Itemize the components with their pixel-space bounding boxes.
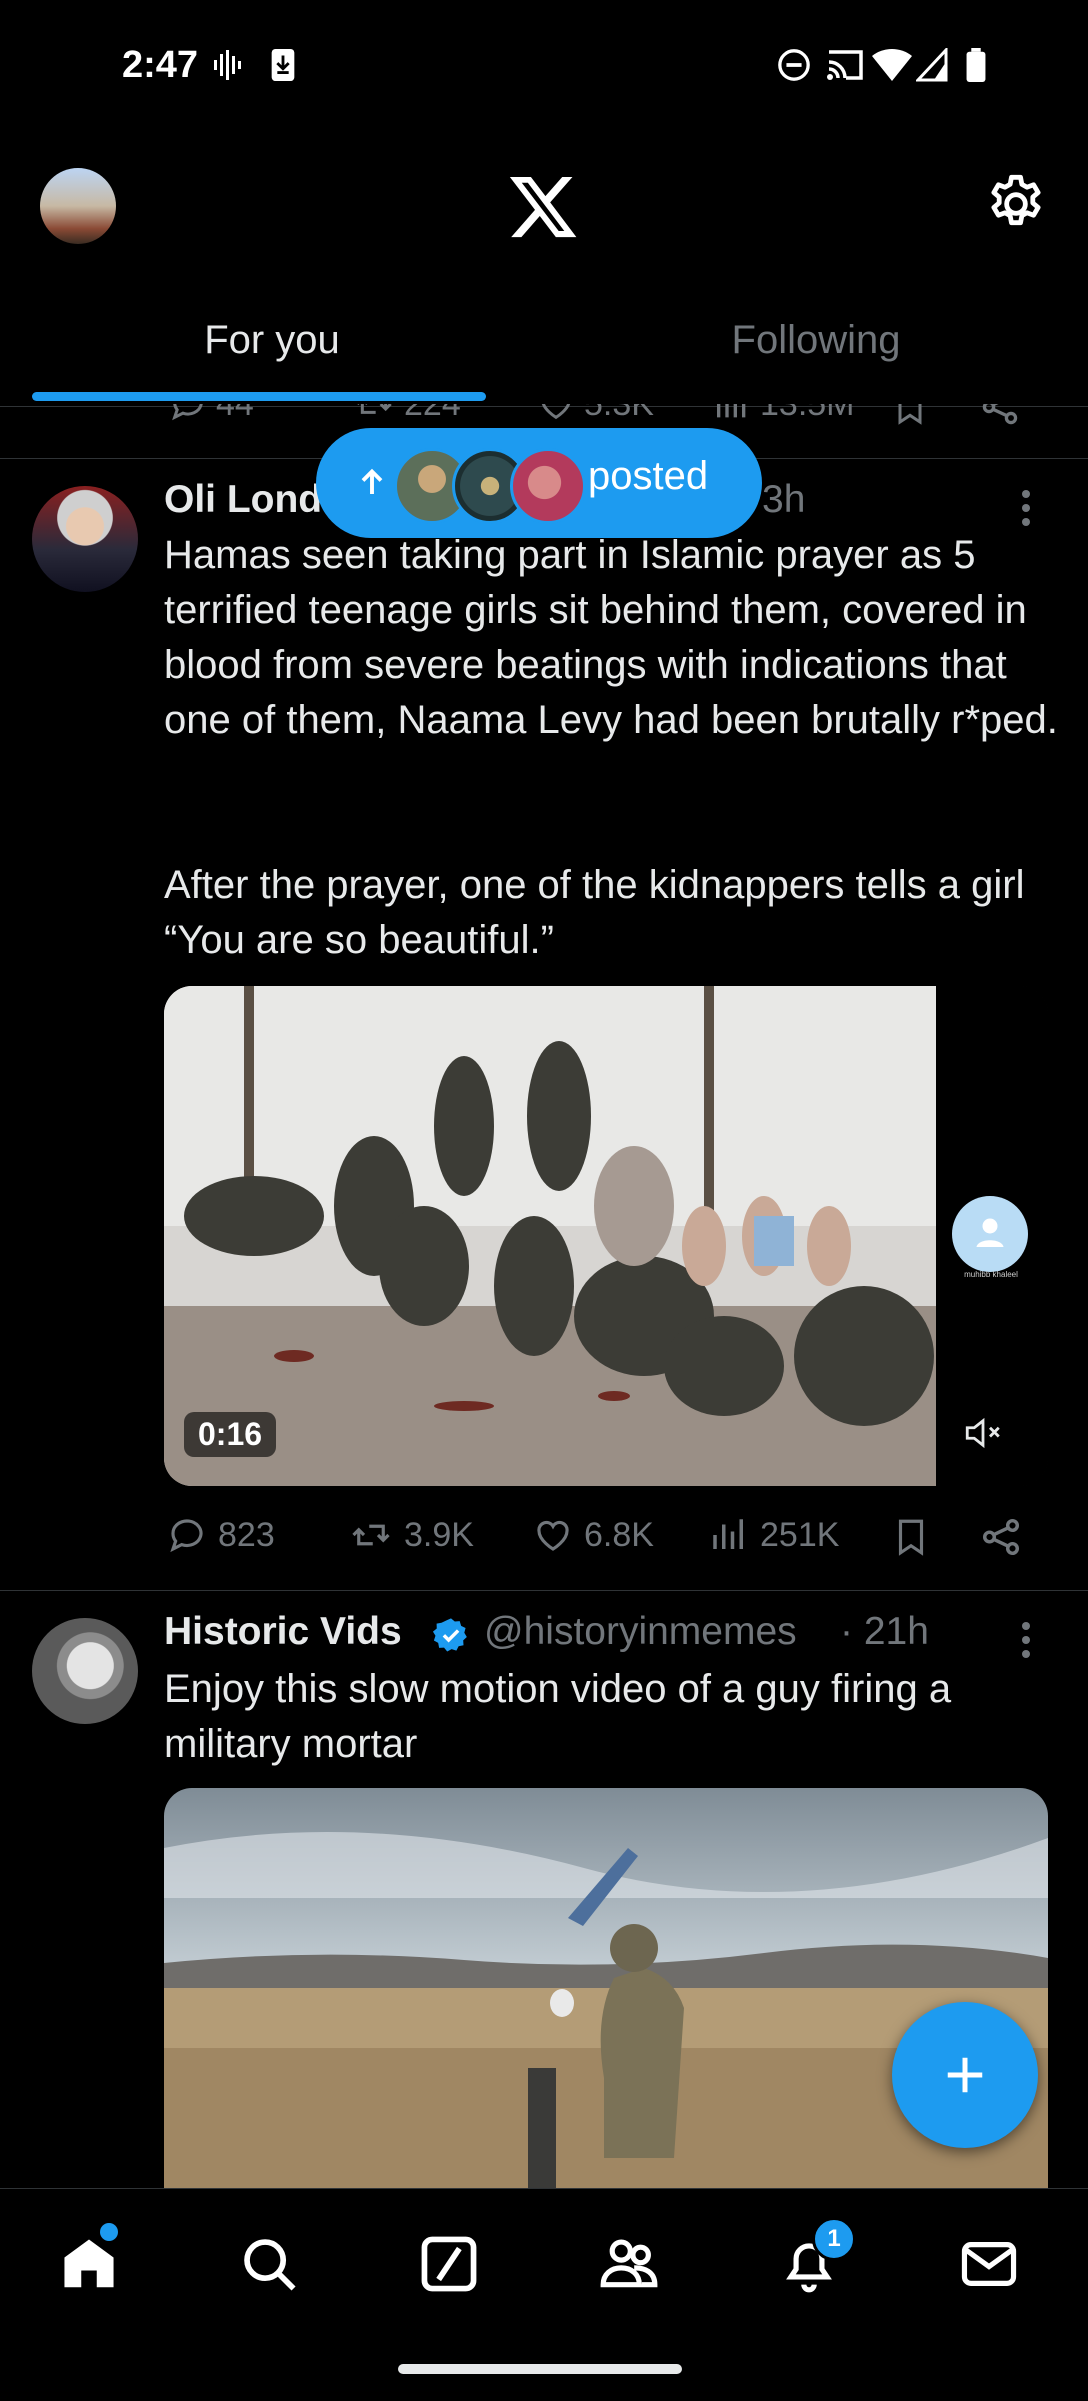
reply-button[interactable]: 44	[168, 404, 254, 424]
plus-icon	[947, 2057, 983, 2093]
tab-for-you[interactable]: For you	[0, 318, 544, 363]
grok-icon[interactable]	[418, 2233, 480, 2295]
poster-avatar	[510, 448, 586, 524]
bookmark-icon[interactable]	[890, 1514, 932, 1560]
do-not-disturb-icon	[778, 49, 810, 81]
heart-icon	[541, 404, 571, 420]
repost-button[interactable]: 224	[352, 404, 461, 424]
post-text: Enjoy this slow motion video of a guy fi…	[164, 1667, 952, 1766]
views-chart-icon	[713, 1519, 743, 1549]
post-time: · 21h	[840, 1610, 929, 1653]
bookmark-icon[interactable]	[890, 404, 930, 430]
voice-activity-icon	[214, 50, 241, 80]
previous-post-actions: 44 224 5.3K 13.5M	[0, 404, 1088, 430]
views-chart-icon	[717, 404, 746, 418]
cellular-signal-icon	[916, 48, 948, 82]
views-count: 251K	[760, 1515, 840, 1554]
views-count: 13.5M	[760, 404, 855, 424]
active-tab-indicator	[32, 392, 486, 401]
new-posts-label: posted	[588, 454, 709, 498]
wifi-icon	[872, 48, 912, 81]
download-status-icon	[271, 48, 295, 82]
status-time: 2:47	[122, 44, 199, 86]
post-time: 3h	[762, 478, 806, 521]
like-count: 5.3K	[584, 404, 654, 424]
notifications-badge: 1	[812, 2217, 856, 2261]
repost-count: 224	[404, 404, 461, 424]
like-button[interactable]: 5.3K	[536, 404, 654, 424]
arrow-up-icon	[361, 468, 383, 494]
timeline-tabs: For you Following	[0, 290, 1088, 407]
post-divider	[0, 1590, 1088, 1591]
video-frame	[164, 986, 1048, 1486]
x-logo-icon[interactable]	[506, 170, 580, 244]
post-video[interactable]	[164, 986, 1048, 1486]
heart-icon	[537, 1520, 569, 1551]
compose-post-button[interactable]	[892, 2002, 1038, 2148]
home-unread-dot	[100, 2223, 118, 2241]
video-duration: 0:16	[184, 1412, 277, 1457]
new-posts-pill[interactable]: posted	[316, 428, 762, 538]
repost-count: 3.9K	[404, 1515, 474, 1554]
search-icon[interactable]	[238, 2233, 300, 2295]
verified-badge-icon	[432, 1618, 467, 1652]
author-handle[interactable]: @historyinmemes	[484, 1610, 797, 1654]
author-name[interactable]: Oli Lond	[164, 478, 322, 522]
communities-icon[interactable]	[598, 2233, 660, 2295]
cast-icon	[827, 50, 863, 80]
more-options-icon[interactable]	[1020, 1620, 1032, 1660]
repost-icon	[352, 1524, 390, 1546]
reply-count: 44	[216, 404, 254, 424]
share-icon[interactable]	[978, 404, 1022, 430]
reply-icon	[170, 1519, 203, 1553]
battery-icon	[966, 48, 986, 82]
floating-profile-bubble[interactable]	[952, 1196, 1028, 1272]
mute-icon[interactable]	[962, 1412, 1004, 1454]
status-bar: 2:47	[0, 0, 1088, 130]
messages-mail-icon[interactable]	[958, 2233, 1020, 2295]
floating-profile-caption: muhibb khaleel	[964, 1270, 1018, 1279]
repost-icon	[357, 404, 392, 414]
gesture-home-bar[interactable]	[398, 2364, 682, 2374]
like-button[interactable]: 6.8K	[532, 1514, 654, 1556]
post-text: Hamas seen taking part in Islamic prayer…	[164, 533, 1058, 742]
reply-button[interactable]: 823	[166, 1514, 275, 1556]
more-options-icon[interactable]	[1020, 488, 1032, 528]
author-avatar[interactable]	[32, 486, 138, 592]
author-name[interactable]: Historic Vids	[164, 1610, 402, 1654]
settings-gear-icon[interactable]	[984, 172, 1048, 236]
profile-avatar-button[interactable]	[40, 168, 116, 244]
home-icon[interactable]	[58, 2233, 120, 2295]
share-icon[interactable]	[978, 1514, 1024, 1560]
reply-count: 823	[218, 1515, 275, 1554]
person-icon	[976, 1218, 1004, 1247]
repost-button[interactable]: 3.9K	[348, 1514, 474, 1556]
reply-icon	[172, 404, 203, 421]
like-count: 6.8K	[584, 1515, 654, 1554]
views-button[interactable]: 13.5M	[712, 404, 855, 424]
post-text-continued: After the prayer, one of the kidnappers …	[164, 863, 1025, 962]
tab-following[interactable]: Following	[544, 318, 1088, 363]
views-button[interactable]: 251K	[708, 1514, 839, 1556]
author-avatar[interactable]	[32, 1618, 138, 1724]
